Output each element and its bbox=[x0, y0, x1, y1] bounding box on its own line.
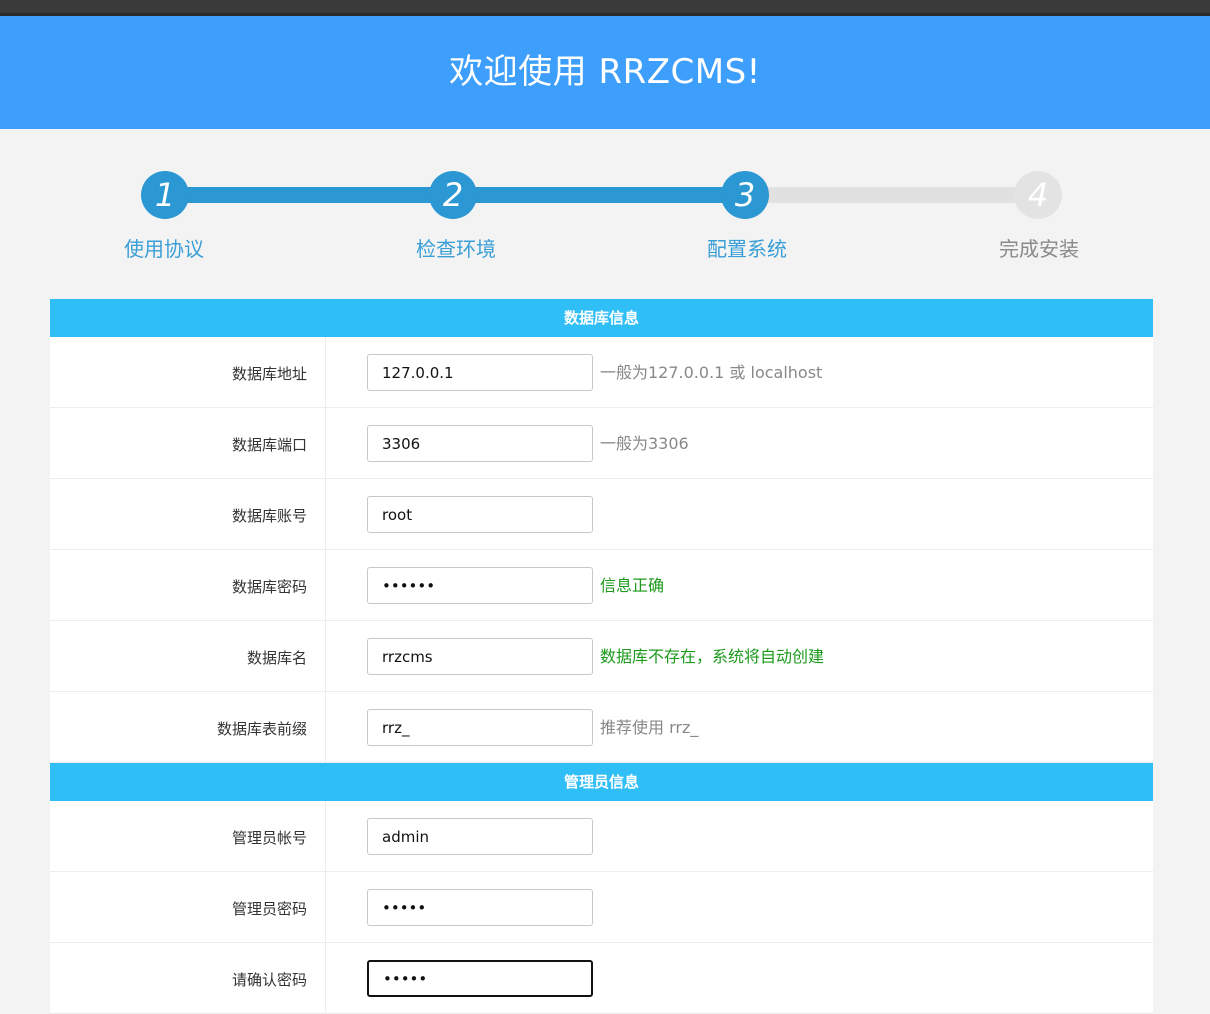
form-row-db-host: 数据库地址 一般为127.0.0.1 或 localhost bbox=[50, 337, 1153, 408]
db-name-label: 数据库名 bbox=[50, 621, 326, 691]
step-2-circle: 2 bbox=[429, 171, 477, 219]
db-name-input[interactable] bbox=[367, 638, 593, 675]
admin-user-label: 管理员帐号 bbox=[50, 801, 326, 871]
step-3-circle: 3 bbox=[721, 171, 769, 219]
admin-section-title: 管理员信息 bbox=[50, 763, 1153, 801]
admin-confirm-label: 请确认密码 bbox=[50, 943, 326, 1013]
db-user-input[interactable] bbox=[367, 496, 593, 533]
form-row-admin-password: 管理员密码 bbox=[50, 872, 1153, 943]
admin-confirm-input[interactable] bbox=[367, 960, 593, 997]
db-host-hint: 一般为127.0.0.1 或 localhost bbox=[600, 363, 823, 382]
db-port-hint: 一般为3306 bbox=[600, 434, 689, 453]
db-host-input[interactable] bbox=[367, 354, 593, 391]
admin-password-input[interactable] bbox=[367, 889, 593, 926]
step-4-circle: 4 bbox=[1014, 171, 1062, 219]
db-prefix-label: 数据库表前缀 bbox=[50, 692, 326, 762]
form-row-db-user: 数据库账号 bbox=[50, 479, 1153, 550]
form-row-db-name: 数据库名 数据库不存在，系统将自动创建 bbox=[50, 621, 1153, 692]
db-password-input[interactable] bbox=[367, 567, 593, 604]
page-title: 欢迎使用 RRZCMS! bbox=[449, 52, 761, 92]
form-row-admin-confirm: 请确认密码 bbox=[50, 943, 1153, 1014]
db-prefix-hint: 推荐使用 rrz_ bbox=[600, 718, 699, 737]
form-row-db-prefix: 数据库表前缀 推荐使用 rrz_ bbox=[50, 692, 1153, 763]
db-port-input[interactable] bbox=[367, 425, 593, 462]
page-header: 欢迎使用 RRZCMS! bbox=[0, 16, 1210, 129]
db-password-status: 信息正确 bbox=[600, 576, 665, 595]
admin-password-label: 管理员密码 bbox=[50, 872, 326, 942]
admin-user-input[interactable] bbox=[367, 818, 593, 855]
step-1-circle: 1 bbox=[141, 171, 189, 219]
step-1-label: 使用协议 bbox=[124, 237, 204, 261]
step-4-label: 完成安装 bbox=[999, 237, 1079, 261]
form-row-admin-user: 管理员帐号 bbox=[50, 801, 1153, 872]
step-3-label: 配置系统 bbox=[707, 237, 787, 261]
window-top-bar bbox=[0, 0, 1210, 16]
db-prefix-input[interactable] bbox=[367, 709, 593, 746]
install-steps: 1 2 3 4 使用协议 检查环境 配置系统 完成安装 bbox=[0, 150, 1210, 280]
config-form: 数据库信息 数据库地址 一般为127.0.0.1 或 localhost 数据库… bbox=[50, 299, 1153, 1014]
db-name-status: 数据库不存在，系统将自动创建 bbox=[600, 647, 825, 666]
db-section-title: 数据库信息 bbox=[50, 299, 1153, 337]
progress-track-todo bbox=[745, 187, 1038, 203]
db-password-label: 数据库密码 bbox=[50, 550, 326, 620]
form-row-db-port: 数据库端口 一般为3306 bbox=[50, 408, 1153, 479]
db-host-label: 数据库地址 bbox=[50, 337, 326, 407]
db-port-label: 数据库端口 bbox=[50, 408, 326, 478]
db-user-label: 数据库账号 bbox=[50, 479, 326, 549]
step-2-label: 检查环境 bbox=[416, 237, 496, 261]
form-row-db-password: 数据库密码 信息正确 bbox=[50, 550, 1153, 621]
